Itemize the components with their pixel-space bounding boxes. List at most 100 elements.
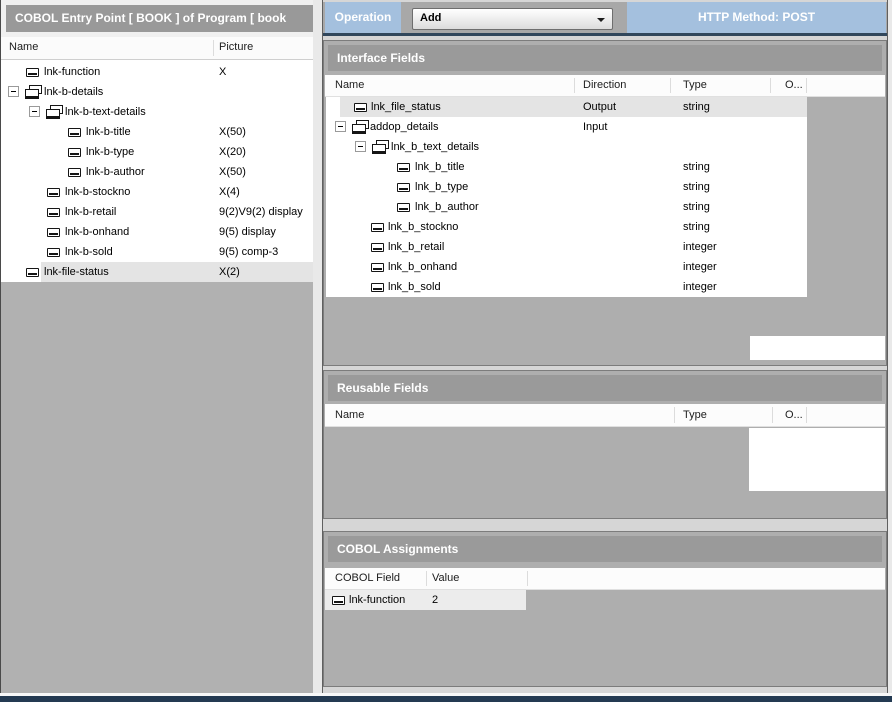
field-type: integer: [683, 277, 717, 297]
field-type: integer: [683, 257, 717, 277]
column-occurs: O...: [785, 79, 803, 91]
interface-fields-panel: Interface Fields Name Direction Type O..…: [323, 40, 887, 366]
tree-row[interactable]: lnk-b-sold 9(5) comp-3: [1, 242, 313, 262]
table-row[interactable]: lnk_b_sold integer: [326, 277, 807, 297]
cobol-group-icon: [25, 85, 41, 98]
operation-label-block: Operation: [325, 2, 401, 33]
interface-fields-corner-box: [750, 336, 885, 360]
field-name: lnk_b_author: [415, 197, 479, 217]
table-row[interactable]: lnk_b_onhand integer: [326, 257, 807, 277]
table-row[interactable]: lnk_b_author string: [326, 197, 807, 217]
tree-item-label: lnk-b-stockno: [65, 182, 130, 202]
picture-value: X(50): [219, 162, 246, 182]
collapse-toggle-icon[interactable]: [355, 141, 366, 152]
cobol-group-icon: [46, 105, 62, 118]
cobol-entry-point-panel: COBOL Entry Point [ BOOK ] of Program [ …: [1, 0, 313, 693]
cobol-item-icon: [68, 128, 81, 137]
table-row[interactable]: lnk_b_type string: [326, 177, 807, 197]
table-row[interactable]: lnk_b_text_details: [326, 137, 807, 157]
field-name: lnk_b_type: [415, 177, 468, 197]
tree-item-label: lnk-b-details: [44, 82, 103, 102]
cobol-item-icon: [68, 148, 81, 157]
tree-row[interactable]: lnk-b-text-details: [1, 102, 313, 122]
field-type: string: [683, 177, 710, 197]
column-divider: [806, 407, 807, 423]
reusable-fields-header: Name Type O...: [325, 404, 885, 427]
picture-value: 9(5) display: [219, 222, 276, 242]
collapse-toggle-icon[interactable]: [29, 106, 40, 117]
tree-row[interactable]: lnk-b-title X(50): [1, 122, 313, 142]
tree-row[interactable]: lnk-b-details: [1, 82, 313, 102]
tree-row[interactable]: lnk-b-stockno X(4): [1, 182, 313, 202]
reusable-fields-title: Reusable Fields: [328, 375, 882, 401]
assignment-row[interactable]: lnk-function 2: [325, 590, 526, 610]
column-divider: [527, 571, 528, 586]
cobol-item-icon: [47, 228, 60, 237]
field-type: integer: [683, 237, 717, 257]
tree-row[interactable]: lnk-b-onhand 9(5) display: [1, 222, 313, 242]
tree-row-selected[interactable]: lnk-file-status X(2): [1, 262, 313, 282]
column-type: Type: [683, 79, 707, 91]
tree-row[interactable]: lnk-b-type X(20): [1, 142, 313, 162]
tree-row[interactable]: lnk-b-retail 9(2)V9(2) display: [1, 202, 313, 222]
collapse-toggle-icon[interactable]: [335, 121, 346, 132]
tree-row[interactable]: lnk-function X: [1, 62, 313, 82]
column-divider: [574, 78, 575, 93]
field-name: lnk_b_stockno: [388, 217, 458, 237]
right-region-right-line: [887, 0, 888, 693]
field-direction: Output: [583, 97, 616, 117]
cobol-assignments-title: COBOL Assignments: [328, 536, 882, 562]
column-type: Type: [683, 409, 707, 421]
field-name: lnk_b_title: [415, 157, 465, 177]
tree-item-label: lnk-b-title: [86, 122, 131, 142]
tree-item-label: lnk-b-retail: [65, 202, 116, 222]
tree-item-label: lnk-b-onhand: [65, 222, 129, 242]
operation-select[interactable]: Add: [412, 8, 613, 30]
tree-row[interactable]: lnk-b-author X(50): [1, 162, 313, 182]
field-type: string: [683, 157, 710, 177]
table-row[interactable]: addop_details Input: [326, 117, 807, 137]
column-value: Value: [432, 572, 459, 584]
field-name: lnk_b_onhand: [388, 257, 457, 277]
column-direction: Direction: [583, 79, 626, 91]
picture-value: 9(5) comp-3: [219, 242, 278, 262]
column-cobol-field: COBOL Field: [335, 572, 400, 584]
column-divider: [806, 78, 807, 93]
interface-fields-header: Name Direction Type O...: [325, 75, 885, 97]
table-row-selected[interactable]: lnk_file_status Output string: [326, 97, 807, 117]
tree-item-label: lnk-b-type: [86, 142, 134, 162]
field-type: string: [683, 97, 710, 117]
table-row[interactable]: lnk_b_title string: [326, 157, 807, 177]
left-panel-empty-area: [1, 282, 313, 693]
cobol-item-icon: [47, 248, 60, 257]
assignment-value: 2: [432, 590, 438, 610]
cobol-item-icon: [371, 283, 384, 292]
cobol-item-icon: [26, 268, 39, 277]
column-divider: [670, 78, 671, 93]
field-direction: Input: [583, 117, 607, 137]
cobol-item-icon: [332, 596, 345, 605]
picture-value: X(20): [219, 142, 246, 162]
http-method-block: HTTP Method: POST: [627, 2, 886, 33]
cobol-item-icon: [371, 223, 384, 232]
table-row[interactable]: lnk_b_retail integer: [326, 237, 807, 257]
picture-value: X(4): [219, 182, 240, 202]
picture-value: 9(2)V9(2) display: [219, 202, 303, 222]
field-name: lnk_b_text_details: [391, 137, 479, 157]
cobol-item-icon: [68, 168, 81, 177]
cobol-group-icon: [352, 120, 368, 133]
collapse-toggle-icon[interactable]: [8, 86, 19, 97]
cobol-item-icon: [397, 163, 410, 172]
cobol-item-icon: [47, 208, 60, 217]
left-panel-title: COBOL Entry Point [ BOOK ] of Program [ …: [6, 5, 313, 32]
tree-item-label: lnk-function: [44, 62, 100, 82]
column-divider: [213, 40, 214, 56]
interface-fields-title: Interface Fields: [328, 45, 882, 71]
table-row[interactable]: lnk_b_stockno string: [326, 217, 807, 237]
reusable-fields-panel: Reusable Fields Name Type O...: [323, 370, 887, 519]
cobol-item-icon: [47, 188, 60, 197]
tree-item-label: lnk-file-status: [44, 262, 109, 282]
window-bottom-bar: [0, 696, 892, 702]
column-divider: [674, 407, 675, 423]
picture-value: X: [219, 62, 226, 82]
